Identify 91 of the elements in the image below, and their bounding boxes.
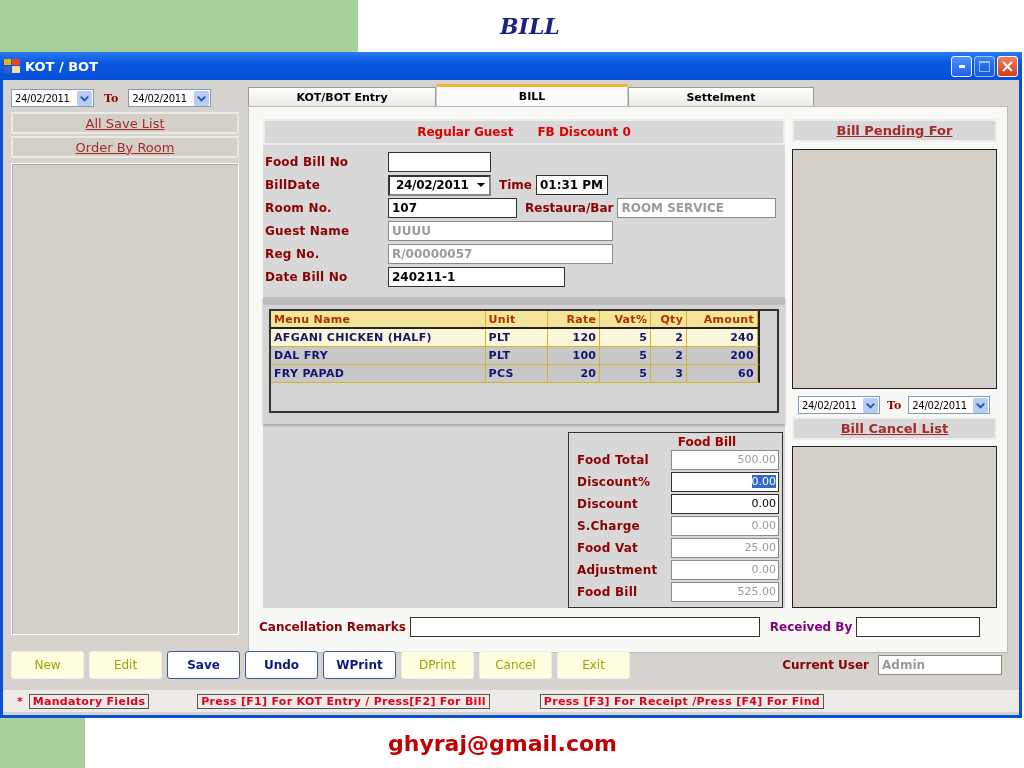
footer-email: ghyraj@gmail.com xyxy=(388,730,618,756)
input-field[interactable]: 01:31 PM xyxy=(535,175,608,196)
input-field[interactable]: 0.00 xyxy=(671,472,779,492)
close-button[interactable] xyxy=(997,55,1018,77)
dropdown-icon xyxy=(77,90,92,106)
table-cell: 120 xyxy=(548,328,601,346)
action-button[interactable]: WPrint xyxy=(323,651,396,679)
field-label: Time xyxy=(499,178,532,193)
field-label: Food Vat xyxy=(576,541,640,555)
column-header: Menu Name xyxy=(271,310,486,327)
date-picker[interactable]: 24/02/2011 xyxy=(388,174,491,196)
column-header: Amount xyxy=(687,310,758,327)
column-header: Unit xyxy=(485,310,549,327)
status-hint: Press [F1] For KOT Entry / Press[F2] For Bill xyxy=(197,693,490,709)
status-hint: Press [F3] For Receipt /Press [F4] For Find xyxy=(539,693,824,709)
field-label: S.Charge xyxy=(576,519,641,533)
input-field[interactable]: 0.00 xyxy=(671,494,779,514)
table-cell: 2 xyxy=(651,328,688,346)
list-link[interactable]: Order By Room xyxy=(11,136,239,158)
maximize-icon xyxy=(979,60,990,72)
table-cell: 240 xyxy=(687,328,758,346)
field-label: Guest Name xyxy=(264,224,351,239)
tab[interactable]: Settelment xyxy=(628,87,814,106)
app-icon xyxy=(4,59,20,73)
table-cell: 5 xyxy=(600,346,652,364)
field-label: Food Bill xyxy=(576,585,639,599)
guest-info-text: FB Discount 0 xyxy=(537,124,631,139)
field-label: Received By xyxy=(769,620,853,634)
field-label: BillDate xyxy=(264,178,322,193)
status-hint: Mandatory Fields xyxy=(28,693,150,709)
table-cell: DAL FRY xyxy=(271,346,486,364)
tab[interactable]: KOT/BOT Entry xyxy=(248,87,436,106)
window-title: KOT / BOT xyxy=(25,58,100,74)
field-label: Cancellation Remarks xyxy=(259,620,406,634)
input-field[interactable] xyxy=(856,617,981,637)
dropdown-icon xyxy=(973,397,989,413)
panel-title[interactable]: Bill Cancel List xyxy=(840,421,949,437)
table-cell: PLT xyxy=(485,328,549,346)
field-label: Date Bill No xyxy=(264,270,349,285)
field-label: Room No. xyxy=(264,201,333,216)
date-picker[interactable]: 24/02/2011 xyxy=(798,396,880,415)
slide-title: BILL xyxy=(500,13,560,39)
list-link[interactable]: All Save List xyxy=(11,112,239,134)
minimize-icon xyxy=(958,64,965,68)
table-cell: 2 xyxy=(651,346,688,364)
action-button[interactable]: Save xyxy=(167,651,240,679)
column-header: Qty xyxy=(651,310,688,327)
table-cell: FRY PAPAD xyxy=(271,364,486,382)
to-label: To xyxy=(887,398,902,412)
date-picker[interactable]: 24/02/2011 xyxy=(908,396,991,415)
to-label: To xyxy=(104,91,119,105)
tab[interactable]: BILL xyxy=(436,84,628,106)
field-label: Reg No. xyxy=(264,247,321,262)
table-cell: PCS xyxy=(485,364,549,382)
date-picker[interactable]: 24/02/2011 xyxy=(11,89,94,107)
table-cell: PLT xyxy=(485,346,549,364)
field-label: Discount% xyxy=(576,475,652,489)
table-cell: AFGANI CHICKEN (HALF) xyxy=(271,328,486,346)
dropdown-icon xyxy=(863,397,878,413)
table-cell: 100 xyxy=(548,346,601,364)
field-label: Food Bill No xyxy=(264,155,350,170)
table-cell: 5 xyxy=(600,328,652,346)
input-field[interactable] xyxy=(388,152,491,173)
column-header: Rate xyxy=(548,310,601,327)
table-cell: 3 xyxy=(651,364,688,382)
field-label: Discount xyxy=(576,497,639,511)
dropdown-icon xyxy=(477,183,485,188)
column-header: Vat% xyxy=(600,310,652,327)
input-field[interactable]: 240211-1 xyxy=(388,267,565,288)
maximize-button[interactable] xyxy=(974,55,995,77)
required-mark: * xyxy=(17,694,23,708)
panel-title: Food Bill xyxy=(676,435,738,449)
minimize-button[interactable] xyxy=(951,55,972,77)
field-label: Food Total xyxy=(576,453,650,467)
table-cell: 200 xyxy=(687,346,758,364)
action-button[interactable]: Undo xyxy=(245,651,318,679)
table-cell: 20 xyxy=(548,364,601,382)
guest-info-text: Regular Guest xyxy=(417,124,514,139)
input-field[interactable]: 107 xyxy=(388,198,517,219)
list-box[interactable] xyxy=(792,446,997,608)
input-field[interactable] xyxy=(409,617,760,637)
date-picker[interactable]: 24/02/2011 xyxy=(128,89,212,107)
input-field[interactable]: Admin xyxy=(878,655,1002,675)
field-label: Current User xyxy=(782,658,869,672)
table-cell: 60 xyxy=(687,364,758,382)
field-label: Restaura/Bar xyxy=(525,201,614,216)
close-icon xyxy=(1002,60,1013,72)
panel-title[interactable]: Bill Pending For xyxy=(836,122,953,138)
table-cell: 5 xyxy=(600,364,652,382)
dropdown-icon xyxy=(194,90,210,106)
field-label: Adjustment xyxy=(576,563,659,577)
